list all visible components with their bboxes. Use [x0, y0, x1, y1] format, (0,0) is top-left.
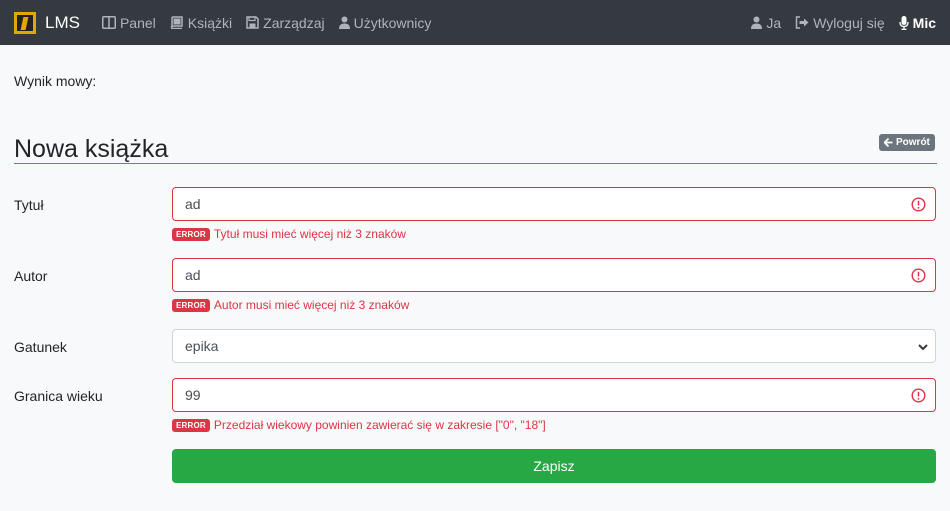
author-input[interactable]: ad [172, 258, 936, 292]
book-icon [170, 16, 183, 29]
user-icon [751, 16, 763, 29]
back-button-label: Powrót [896, 137, 930, 148]
age-limit-input[interactable]: 99 [172, 378, 936, 412]
author-error: ERROR Autor musi mieć więcej niż 3 znakó… [172, 298, 409, 312]
nav-item-label: Wyloguj się [813, 14, 885, 31]
submit-button[interactable]: Zapisz [172, 449, 936, 483]
nav-item-label: Panel [119, 14, 156, 31]
author-label: Autor [14, 268, 48, 284]
error-icon [911, 197, 926, 212]
title-input-value: ad [185, 196, 201, 212]
nav-item-label: Mic [912, 14, 936, 31]
age-limit-input-value: 99 [185, 387, 201, 403]
author-input-value: ad [185, 267, 201, 283]
title-input[interactable]: ad [172, 187, 936, 221]
nav-item-me[interactable]: Ja [751, 15, 781, 31]
error-badge: ERROR [172, 298, 210, 312]
nav-links: Panel Książki Zarządzaj Użytkownicy [101, 14, 445, 31]
columns-icon [101, 16, 116, 29]
nav-item-label: Książki [187, 14, 233, 31]
nav-item-label: Użytkownicy [353, 14, 432, 31]
nav-item-label: Zarządzaj [263, 14, 325, 31]
navbar: LMS Panel Książki Zarządzaj Użytkownicy … [0, 0, 950, 45]
nav-item-books[interactable]: Książki [170, 15, 232, 31]
nav-item-label: Ja [766, 14, 782, 31]
age-limit-label: Granica wieku [14, 388, 103, 404]
error-badge: ERROR [172, 418, 210, 432]
genre-label: Gatunek [14, 339, 67, 355]
logo-icon [14, 11, 36, 34]
error-icon [911, 388, 926, 403]
user-icon [338, 16, 350, 29]
arrow-left-icon [884, 138, 893, 147]
genre-select[interactable]: epika [172, 329, 936, 363]
title-divider [14, 163, 937, 164]
submit-button-label: Zapisz [533, 458, 575, 474]
nav-item-panel[interactable]: Panel [101, 14, 156, 31]
title-error: ERROR Tytuł musi mieć więcej niż 3 znakó… [172, 227, 406, 241]
age-limit-error: ERROR Przedział wiekowy powinien zawiera… [172, 418, 546, 432]
nav-item-users[interactable]: Użytkownicy [338, 14, 432, 31]
title-label: Tytuł [14, 197, 44, 213]
save-icon [246, 16, 259, 29]
speech-result-label: Wynik mowy: [14, 73, 97, 89]
chevron-down-icon [918, 344, 928, 351]
error-message: Tytuł musi mieć więcej niż 3 znaków [213, 227, 406, 241]
microphone-icon [899, 15, 909, 30]
nav-item-logout[interactable]: Wyloguj się [795, 14, 885, 31]
brand-link[interactable]: LMS [14, 11, 80, 34]
nav-item-mic[interactable]: Mic [899, 15, 936, 31]
page-title: Nowa książka [14, 135, 169, 163]
nav-item-manage[interactable]: Zarządzaj [246, 14, 325, 31]
nav-right: Ja Wyloguj się Mic [737, 15, 936, 31]
error-icon [911, 268, 926, 283]
error-badge: ERROR [172, 227, 210, 241]
sign-out-icon [795, 16, 809, 29]
brand-name: LMS [45, 12, 80, 32]
error-message: Przedział wiekowy powinien zawierać się … [213, 418, 546, 432]
back-button[interactable]: Powrót [879, 134, 935, 151]
error-message: Autor musi mieć więcej niż 3 znaków [213, 298, 410, 312]
genre-select-value: epika [185, 338, 219, 354]
